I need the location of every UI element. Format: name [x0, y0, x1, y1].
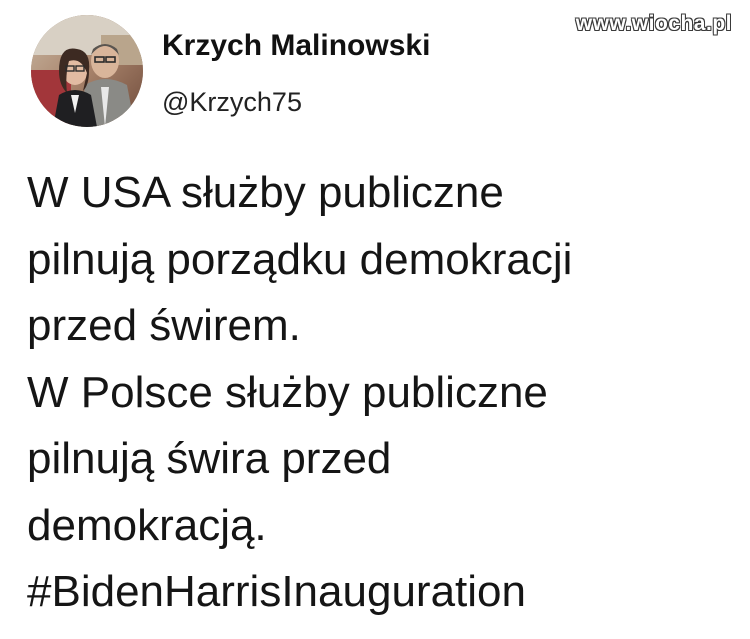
tweet-text: W USA służby publiczne pilnują porządku … [27, 160, 737, 626]
author-name[interactable]: Krzych Malinowski [162, 27, 430, 65]
avatar-photo-icon [31, 15, 143, 127]
author-avatar[interactable] [31, 15, 143, 127]
tweet-line: pilnują porządku demokracji [27, 234, 573, 284]
tweet-line: przed świrem. [27, 301, 301, 350]
hashtag-link[interactable]: #BidenHarrisInauguration [27, 559, 737, 626]
tweet-line: W USA służby publiczne [27, 168, 504, 217]
tweet-line: W Polsce służby publiczne [27, 367, 548, 417]
tweet-line: demokracją. [27, 500, 267, 550]
author-handle[interactable]: @Krzych75 [162, 85, 302, 119]
site-watermark: www.wiocha.pl [575, 12, 732, 35]
tweet-line: pilnują świra przed [27, 434, 392, 483]
tweet-card: Krzych Malinowski @Krzych75 www.wiocha.p… [0, 0, 750, 639]
